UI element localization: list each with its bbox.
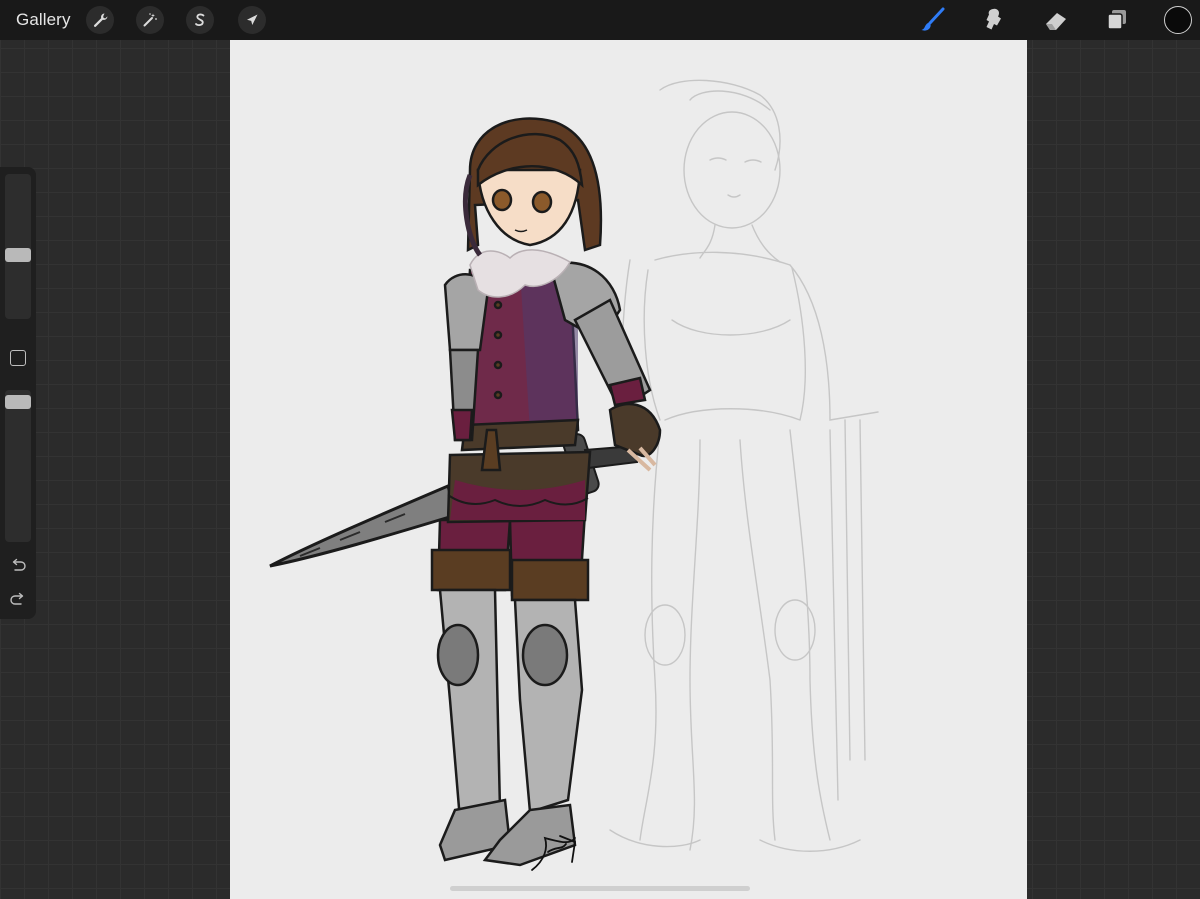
smudge-icon [986, 8, 1001, 30]
brush-icon [921, 7, 945, 31]
transform-button[interactable] [238, 6, 266, 34]
sketch-figure [609, 79, 879, 852]
legs [430, 510, 590, 867]
brush-tool-button[interactable] [918, 5, 948, 35]
character-illustration [269, 79, 879, 871]
brush-size-slider[interactable] [5, 174, 31, 319]
opacity-slider[interactable] [5, 390, 31, 542]
opacity-thumb[interactable] [5, 395, 31, 409]
color-picker-button[interactable] [1164, 6, 1192, 34]
top-toolbar: Gallery [0, 0, 1200, 40]
modify-button[interactable] [10, 350, 26, 366]
layers-button[interactable] [1102, 5, 1132, 35]
magic-wand-icon [143, 13, 157, 27]
transform-arrow-icon [247, 14, 258, 25]
actions-button[interactable] [86, 6, 114, 34]
eraser-icon [1046, 13, 1066, 30]
home-indicator[interactable] [450, 886, 750, 891]
brush-size-thumb[interactable] [5, 248, 31, 262]
eraser-tool-button[interactable] [1041, 5, 1071, 35]
redo-icon[interactable] [8, 590, 28, 610]
selection-s-icon [195, 13, 205, 26]
smudge-tool-button[interactable] [979, 5, 1009, 35]
drawing-canvas[interactable] [230, 40, 1027, 899]
head [462, 117, 603, 257]
selection-button[interactable] [186, 6, 214, 34]
wrench-icon [93, 13, 108, 27]
undo-icon[interactable] [8, 556, 28, 576]
left-sidebar [0, 167, 36, 619]
adjustments-button[interactable] [136, 6, 164, 34]
layers-icon [1107, 10, 1126, 30]
gallery-button[interactable]: Gallery [16, 10, 71, 30]
